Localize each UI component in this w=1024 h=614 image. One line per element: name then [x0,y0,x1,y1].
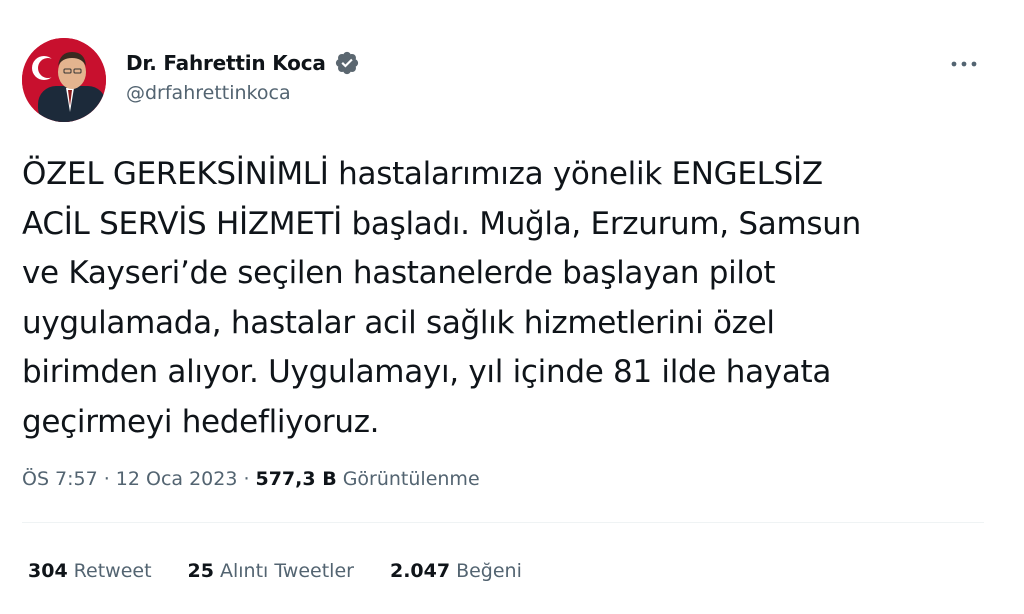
engagement-stats: 304 Retweet 25 Alıntı Tweetler 2.047 Beğ… [28,560,522,582]
retweets-count: 304 [28,560,68,582]
quotes-label: Alıntı Tweetler [219,560,354,582]
author-display-name[interactable]: Dr. Fahrettin Koca [126,51,326,75]
meta-separator: · [243,468,250,490]
tweet-text: ÖZEL GEREKSİNİMLİ hastalarımıza yönelik … [22,156,861,440]
author-handle[interactable]: @drfahrettinkoca [126,82,360,104]
quotes-count: 25 [187,560,214,582]
retweets-stat[interactable]: 304 Retweet [28,560,152,582]
tweet-time[interactable]: ÖS 7:57 [22,468,98,490]
author-name-row: Dr. Fahrettin Koca [126,50,360,76]
verified-badge-icon [334,50,360,76]
likes-count: 2.047 [389,560,451,582]
quotes-stat[interactable]: 25 Alıntı Tweetler [188,560,354,582]
tweet-header: Dr. Fahrettin Koca @drfahrettinkoca [22,38,1002,128]
likes-label: Beğeni [456,560,522,582]
divider [22,522,984,523]
tweet-date[interactable]: 12 Oca 2023 [116,468,238,490]
meta-separator: · [103,468,110,490]
views-label: Görüntülenme [342,468,480,490]
retweets-label: Retweet [73,560,152,582]
tweet-meta: ÖS 7:57 · 12 Oca 2023 · 577,3 B Görüntül… [22,468,480,490]
likes-stat[interactable]: 2.047 Beğeni [390,560,522,582]
avatar[interactable] [22,38,106,122]
avatar-image [22,38,106,122]
more-options-icon[interactable] [946,52,982,76]
views-count: 577,3 B [255,468,337,490]
author-info: Dr. Fahrettin Koca @drfahrettinkoca [126,50,360,104]
tweet-card: Dr. Fahrettin Koca @drfahrettinkoca ÖZEL… [0,0,1024,614]
